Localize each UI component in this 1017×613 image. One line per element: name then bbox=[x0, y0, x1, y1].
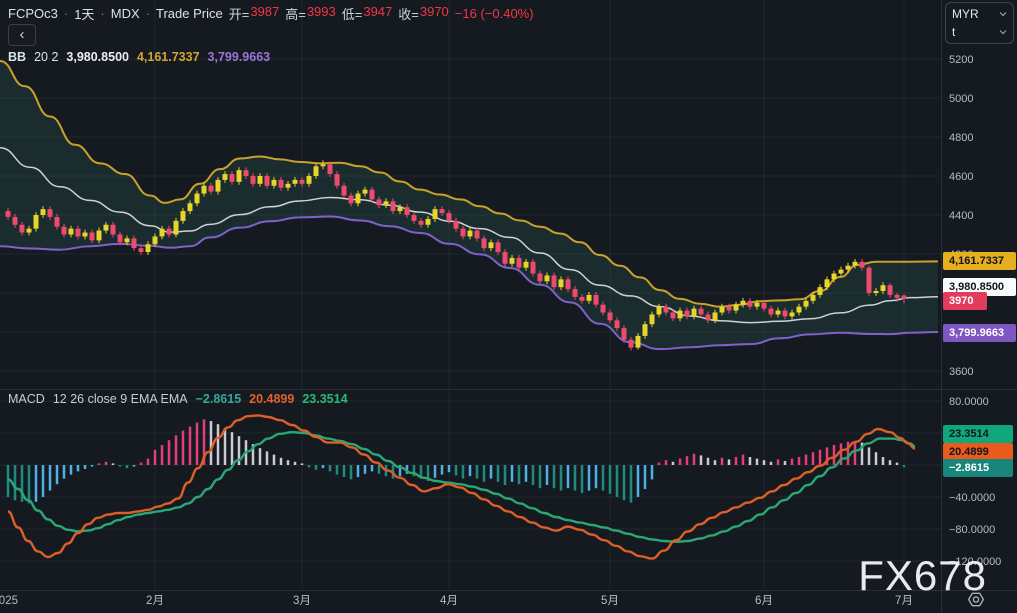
svg-text:−40.0000: −40.0000 bbox=[949, 492, 995, 504]
price-type-label: Trade Price bbox=[156, 6, 223, 21]
high-label: 高= bbox=[285, 4, 306, 23]
svg-text:2月: 2月 bbox=[146, 595, 164, 607]
macd-signal-chip: 23.3514 bbox=[943, 425, 1013, 443]
close-label: 收= bbox=[398, 4, 419, 23]
svg-text:6月: 6月 bbox=[755, 595, 773, 607]
macd-signal-value: 23.3514 bbox=[302, 392, 347, 406]
interval-label[interactable]: 1天 bbox=[74, 4, 94, 23]
bb-basis-value: 3,980.8500 bbox=[66, 50, 129, 64]
axis-unit-selector: MYR t bbox=[945, 2, 1014, 44]
chart-canvas[interactable]: 52005000480046004400420040003800360080.0… bbox=[0, 0, 1017, 613]
exchange-label: MDX bbox=[111, 6, 140, 21]
bb-lower-price-chip: 3,799.9663 bbox=[943, 324, 1016, 342]
symbol-name[interactable]: FCPOc3 bbox=[8, 6, 58, 21]
svg-text:3月: 3月 bbox=[293, 595, 311, 607]
open-label: 开= bbox=[229, 4, 250, 23]
separator-dot: · bbox=[100, 6, 104, 21]
low-label: 低= bbox=[342, 4, 363, 23]
svg-text:−80.0000: −80.0000 bbox=[949, 524, 995, 536]
svg-text:2025: 2025 bbox=[0, 595, 18, 607]
change-value: −16 (−0.40%) bbox=[455, 6, 534, 21]
bb-legend: BB 20 2 3,980.8500 4,161.7337 3,799.9663 bbox=[8, 50, 270, 64]
svg-text:4月: 4月 bbox=[440, 595, 458, 607]
macd-name[interactable]: MACD bbox=[8, 392, 45, 406]
gear-icon[interactable] bbox=[964, 589, 988, 611]
macd-line-value: 20.4899 bbox=[249, 392, 294, 406]
symbol-legend: FCPOc3 · 1天 · MDX · Trade Price 开=3987 高… bbox=[8, 4, 534, 23]
macd-params: 12 26 close 9 EMA EMA bbox=[53, 392, 188, 406]
svg-text:4800: 4800 bbox=[949, 132, 973, 144]
last-price-chip: 3970 bbox=[943, 292, 987, 310]
macd-hist-chip: −2.8615 bbox=[943, 459, 1013, 477]
currency-dropdown[interactable]: MYR bbox=[952, 5, 1007, 23]
low-value: 3947 bbox=[363, 4, 392, 23]
separator-dot: · bbox=[64, 6, 68, 21]
svg-text:80.0000: 80.0000 bbox=[949, 396, 989, 408]
close-value: 3970 bbox=[420, 4, 449, 23]
bb-upper-price-chip: 4,161.7337 bbox=[943, 252, 1016, 270]
separator-dot: · bbox=[146, 6, 150, 21]
chevron-down-icon bbox=[999, 10, 1007, 18]
svg-text:4600: 4600 bbox=[949, 171, 973, 183]
svg-text:4400: 4400 bbox=[949, 210, 973, 222]
bb-name[interactable]: BB bbox=[8, 50, 26, 64]
chevron-down-icon bbox=[999, 28, 1007, 36]
svg-text:3600: 3600 bbox=[949, 366, 973, 378]
unit-dropdown[interactable]: t bbox=[952, 23, 1007, 41]
bb-lower-value: 3,799.9663 bbox=[208, 50, 271, 64]
back-chevron-icon: ‹ bbox=[20, 26, 25, 43]
macd-legend: MACD 12 26 close 9 EMA EMA −2.8615 20.48… bbox=[8, 392, 348, 406]
high-value: 3993 bbox=[307, 4, 336, 23]
chart-window: 52005000480046004400420040003800360080.0… bbox=[0, 0, 1017, 613]
svg-text:5000: 5000 bbox=[949, 93, 973, 105]
bb-params: 20 2 bbox=[34, 50, 58, 64]
svg-text:5月: 5月 bbox=[601, 595, 619, 607]
currency-value: MYR bbox=[952, 7, 979, 21]
open-value: 3987 bbox=[250, 4, 279, 23]
macd-hist-value: −2.8615 bbox=[196, 392, 242, 406]
back-button[interactable]: ‹ bbox=[8, 24, 36, 46]
unit-value: t bbox=[952, 25, 955, 39]
bb-upper-value: 4,161.7337 bbox=[137, 50, 200, 64]
svg-text:5200: 5200 bbox=[949, 54, 973, 66]
